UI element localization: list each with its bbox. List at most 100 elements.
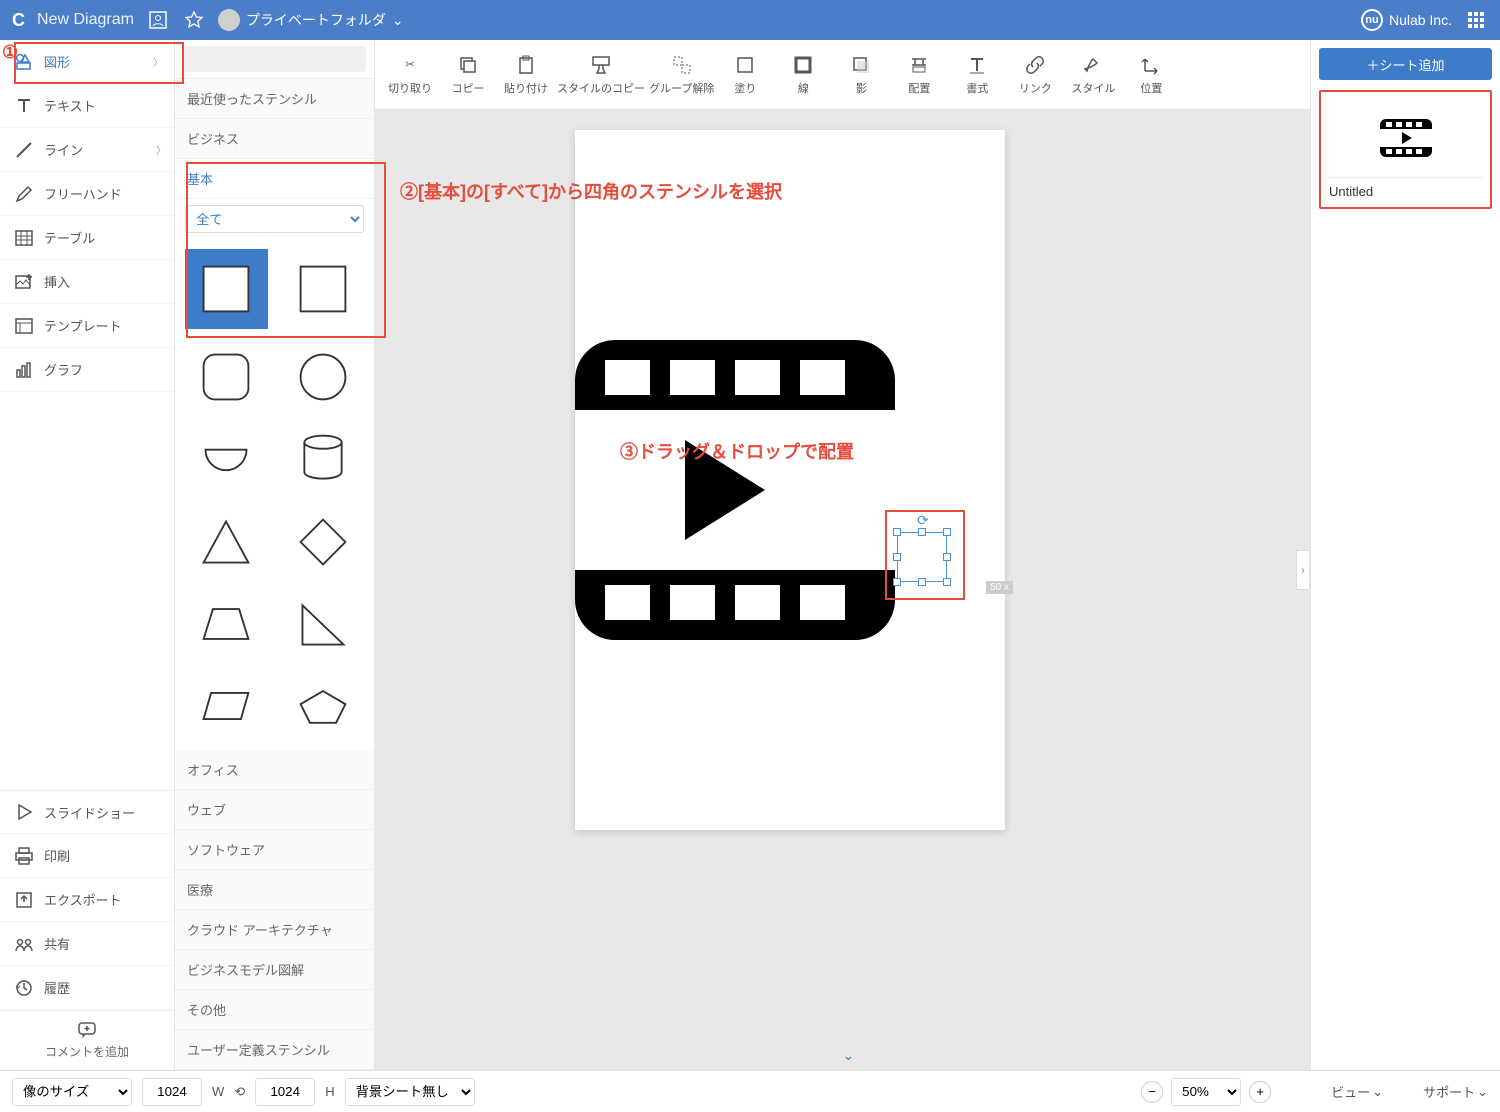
shape-cylinder[interactable] [282,425,365,493]
resize-handle[interactable] [918,528,926,536]
star-icon[interactable] [182,8,206,32]
sidebar-item-slideshow[interactable]: スライドショー [0,790,174,834]
toolbar-line[interactable]: 線 [776,47,830,103]
size-mode-select[interactable]: 像のサイズ [12,1078,132,1106]
toolbar-cut[interactable]: ✂切り取り [383,47,437,103]
shape-pentagon[interactable] [282,672,365,740]
sidebar-item-template[interactable]: テンプレート [0,304,174,348]
toolbar-paste[interactable]: 貼り付け [499,47,553,103]
sidebar-item-share[interactable]: 共有 [0,922,174,966]
film-strip-graphic [575,330,905,650]
annotation-2-text: ②[基本]の[すべて]から四角のステンシルを選択 [400,178,782,204]
shape-diamond[interactable] [282,507,365,575]
add-sheet-button[interactable]: ＋シート追加 [1319,48,1492,80]
share-icon [14,934,34,954]
org-switcher[interactable]: nu Nulab Inc. [1361,9,1452,31]
stencil-category-cloud[interactable]: クラウド アーキテクチャ [175,910,374,950]
dropped-shape-selection[interactable]: ⟳ 50 x [885,510,965,600]
canvas-sheet[interactable]: ⟳ 50 x [575,130,1005,830]
stencil-category-basic[interactable]: 基本 [175,159,374,199]
folder-dropdown[interactable]: プライベートフォルダ ⌄ [218,9,404,31]
shape-square[interactable] [185,249,268,329]
shape-circle[interactable] [282,343,365,411]
sidebar-item-text[interactable]: テキスト [0,84,174,128]
sheet-thumbnail[interactable]: Untitled [1319,90,1492,209]
shape-half-circle[interactable] [185,425,268,493]
pencil-icon [14,184,34,204]
view-menu[interactable]: ビュー ⌄ [1331,1082,1383,1101]
export-icon [14,890,34,910]
toolbar-format[interactable]: 書式 [950,47,1004,103]
sidebar-item-print[interactable]: 印刷 [0,834,174,878]
stencil-category-bizmodel[interactable]: ビジネスモデル図解 [175,950,374,990]
stencil-category-medical[interactable]: 医療 [175,870,374,910]
width-input[interactable] [142,1078,202,1106]
toolbar-link[interactable]: リンク [1008,47,1062,103]
annotation-1-badge: ① [2,42,18,63]
text-format-icon [966,54,988,76]
height-input[interactable] [255,1078,315,1106]
stencil-category-recent[interactable]: 最近使ったステンシル [175,79,374,119]
rotate-handle-icon[interactable]: ⟳ [917,512,929,529]
shape-parallelogram[interactable] [185,672,268,740]
resize-handle[interactable] [893,528,901,536]
scroll-down-icon[interactable]: ⌄ [843,1047,855,1064]
line-icon [14,140,34,160]
sidebar-item-history[interactable]: 履歴 [0,966,174,1010]
shape-trapezoid[interactable] [185,590,268,658]
annotation-3-text: ③ドラッグ＆ドロップで配置 [620,438,854,464]
resize-handle[interactable] [893,578,901,586]
sidebar-item-line[interactable]: ライン 〉 [0,128,174,172]
swap-icon[interactable]: ⟲ [234,1084,245,1100]
zoom-in-button[interactable]: + [1249,1081,1271,1103]
resize-handle[interactable] [893,553,901,561]
zoom-select[interactable]: 50% [1171,1078,1241,1106]
text-icon [14,96,34,116]
stencil-category-business[interactable]: ビジネス [175,119,374,159]
stencil-filter-select[interactable]: 全て [185,205,364,233]
shape-rounded-square[interactable] [185,343,268,411]
app-logo[interactable]: C [12,10,25,31]
sidebar-item-export[interactable]: エクスポート [0,878,174,922]
resize-handle[interactable] [918,578,926,586]
position-icon [1140,54,1162,76]
stencil-search-input[interactable] [183,46,366,72]
toolbar-shadow[interactable]: 影 [834,47,888,103]
image-plus-icon [14,272,34,292]
stencil-category-office[interactable]: オフィス [175,750,374,790]
apps-grid-icon[interactable] [1464,8,1488,32]
toolbar-style-copy[interactable]: スタイルのコピー [557,47,645,103]
stencil-category-other[interactable]: その他 [175,990,374,1030]
shape-triangle[interactable] [185,507,268,575]
sidebar-item-table[interactable]: テーブル [0,216,174,260]
resize-handle[interactable] [943,578,951,586]
toolbar-fill[interactable]: 塗り [718,47,772,103]
user-box-icon[interactable] [146,8,170,32]
support-menu[interactable]: サポート ⌄ [1423,1082,1488,1101]
add-comment-button[interactable]: コメントを追加 [0,1010,174,1070]
toolbar-align[interactable]: 配置 [892,47,946,103]
stencil-category-web[interactable]: ウェブ [175,790,374,830]
resize-handle[interactable] [943,553,951,561]
sidebar-item-insert[interactable]: 挿入 [0,260,174,304]
stencil-category-user[interactable]: ユーザー定義ステンシル [175,1030,374,1070]
bg-sheet-select[interactable]: 背景シート無し [345,1078,475,1106]
toolbar-style[interactable]: スタイル [1066,47,1120,103]
canvas-wrap[interactable]: ‹ ⟳ [375,110,1310,1070]
sidebar-item-freehand[interactable]: フリーハンド [0,172,174,216]
stencil-category-software[interactable]: ソフトウェア [175,830,374,870]
sidebar-label: フリーハンド [44,184,122,203]
collapse-right-button[interactable]: › [1296,550,1310,590]
toolbar-copy[interactable]: コピー [441,47,495,103]
toolbar-position[interactable]: 位置 [1124,47,1178,103]
zoom-out-button[interactable]: − [1141,1081,1163,1103]
zoom-controls: − 50% + [1141,1078,1271,1106]
shape-square-outline[interactable] [282,249,365,329]
shape-right-triangle[interactable] [282,590,365,658]
selected-shape[interactable] [897,532,947,582]
sidebar-item-chart[interactable]: グラフ [0,348,174,392]
resize-handle[interactable] [943,528,951,536]
diagram-title[interactable]: New Diagram [37,11,134,29]
sidebar-item-shapes[interactable]: 図形 〉 [0,40,174,84]
toolbar-ungroup[interactable]: グループ解除 [649,47,714,103]
